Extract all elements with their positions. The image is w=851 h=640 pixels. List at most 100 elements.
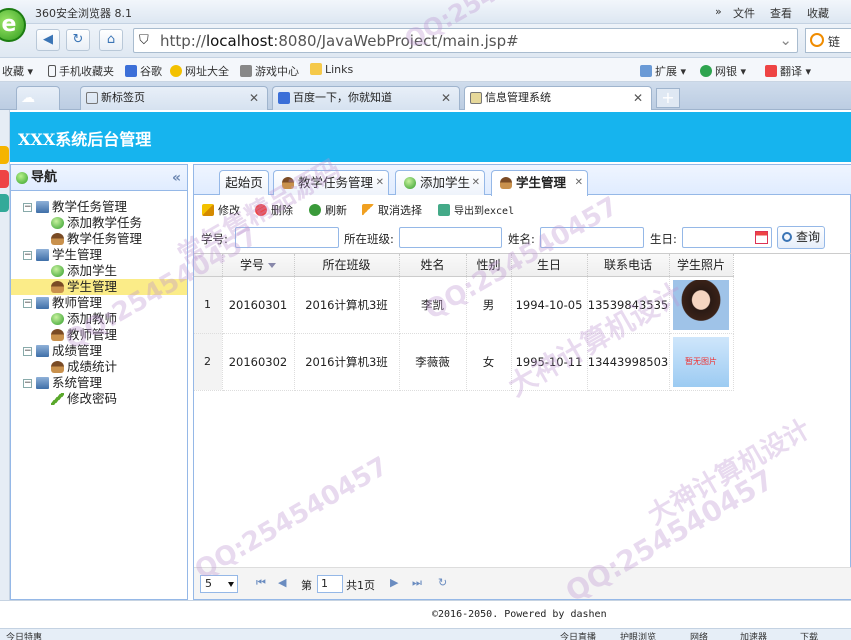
collapse-icon[interactable]: « xyxy=(172,165,181,191)
nav-group[interactable]: − 学生管理 xyxy=(11,247,187,263)
sidebar-item[interactable]: 教师管理 xyxy=(11,327,187,343)
search-box[interactable]: 链 xyxy=(805,28,851,53)
nav-group[interactable]: − 教学任务管理 xyxy=(11,199,187,215)
cancel-selection-button[interactable]: 取消选择 xyxy=(362,202,422,218)
column-header[interactable]: 所在班级 xyxy=(294,254,400,277)
sidebar-item[interactable]: 添加教学任务 xyxy=(11,215,187,231)
app-icon xyxy=(470,92,482,104)
sidebar-item[interactable]: 成绩统计 xyxy=(11,359,187,375)
bookmark-google[interactable]: 谷歌 xyxy=(125,63,162,79)
bookmark-translate[interactable]: 翻译 ▾ xyxy=(765,63,811,79)
refresh-icon[interactable]: ↻ xyxy=(438,576,447,589)
last-page-icon[interactable]: ⏭ xyxy=(412,576,422,590)
close-icon[interactable]: ✕ xyxy=(472,171,480,195)
sidebar-item-label: 教师管理 xyxy=(67,327,118,342)
menu-favorites[interactable]: 收藏 xyxy=(807,5,829,21)
id-input[interactable] xyxy=(235,227,339,248)
home-icon[interactable]: ⌂ xyxy=(99,29,123,51)
delete-button[interactable]: 删除 xyxy=(255,202,293,218)
url-field[interactable]: ⛉ http://localhost:8080/JavaWebProject/m… xyxy=(133,28,798,53)
bookmark-games[interactable]: 游戏中心 xyxy=(240,63,299,79)
reload-icon[interactable]: ↻ xyxy=(66,29,90,51)
tab-student-management[interactable]: 学生管理 ✕ xyxy=(491,170,588,196)
name-input[interactable] xyxy=(540,227,644,248)
sidebar-item[interactable]: 学生管理 xyxy=(11,279,187,295)
sidebar-item[interactable]: 修改密码 xyxy=(11,391,187,407)
column-header[interactable]: 性别 xyxy=(466,254,512,277)
strip-icon[interactable] xyxy=(0,146,9,164)
page-size-select[interactable]: 5 xyxy=(200,575,238,593)
status-accelerator[interactable]: 加速器 xyxy=(740,630,767,640)
close-icon[interactable]: ✕ xyxy=(575,171,583,195)
bookmark-links[interactable]: Links xyxy=(310,63,353,76)
query-button[interactable]: 查询 xyxy=(777,226,825,249)
prev-page-icon[interactable]: ◀ xyxy=(278,576,286,589)
tab-add-student[interactable]: 添加学生 ✕ xyxy=(395,170,485,195)
student-grid: 学号 所在班级 姓名 性别 生日 联系电话 学生照片 1 20160301 20… xyxy=(194,253,851,558)
bookmark-sites[interactable]: 网址大全 xyxy=(170,63,229,79)
collapse-icon[interactable]: − xyxy=(23,299,32,308)
menu-view[interactable]: 查看 xyxy=(770,5,792,21)
nav-group[interactable]: − 系统管理 xyxy=(11,375,187,391)
browser-titlebar: 360安全浏览器 8.1 » 文件 查看 收藏 xyxy=(0,0,851,24)
sidebar-item[interactable]: 添加教师 xyxy=(11,311,187,327)
cell-class: 2016计算机3班 xyxy=(294,276,400,334)
strip-icon[interactable] xyxy=(0,170,9,188)
nav-group[interactable]: − 教师管理 xyxy=(11,295,187,311)
sites-icon xyxy=(170,65,182,77)
status-live[interactable]: 今日直播 xyxy=(560,630,596,640)
collapse-icon[interactable]: − xyxy=(23,251,32,260)
collapse-icon[interactable]: − xyxy=(23,379,32,388)
status-download[interactable]: 下载 xyxy=(800,630,818,640)
edit-button[interactable]: 修改 xyxy=(202,202,240,218)
table-row[interactable]: 1 20160301 2016计算机3班 李凯 男 1994-10-05 135… xyxy=(194,276,734,334)
column-header[interactable]: 姓名 xyxy=(399,254,467,277)
user-icon xyxy=(282,177,294,189)
bookmark-mobile[interactable]: 手机收藏夹 xyxy=(48,63,114,79)
close-icon[interactable]: ✕ xyxy=(376,171,384,195)
sidebar-item[interactable]: 教学任务管理 xyxy=(11,231,187,247)
column-header[interactable]: 生日 xyxy=(511,254,588,277)
calendar-icon[interactable] xyxy=(755,231,768,244)
tab-teaching-task[interactable]: 教学任务管理 ✕ xyxy=(273,170,389,195)
export-excel-button[interactable]: 导出到excel xyxy=(438,202,514,217)
status-network[interactable]: 网络 xyxy=(690,630,708,640)
browser-tab-app[interactable]: 信息管理系统 ✕ xyxy=(464,86,652,110)
browser-tab-newtab[interactable]: 新标签页 ✕ xyxy=(80,86,268,110)
browser-title: 360安全浏览器 8.1 xyxy=(35,7,132,20)
cloud-tab[interactable]: ☁ xyxy=(16,86,60,110)
bookmark-favorites[interactable]: 收藏 ▾ xyxy=(2,63,33,79)
page-input[interactable]: 1 xyxy=(317,575,343,593)
table-row[interactable]: 2 20160302 2016计算机3班 李薇薇 女 1995-10-11 13… xyxy=(194,333,734,391)
user-icon xyxy=(51,281,64,293)
row-number: 1 xyxy=(194,276,223,334)
next-page-icon[interactable]: ▶ xyxy=(390,576,398,589)
column-header[interactable]: 学生照片 xyxy=(669,254,734,277)
strip-icon[interactable] xyxy=(0,194,9,212)
refresh-button[interactable]: 刷新 xyxy=(309,202,347,218)
bookmark-bank[interactable]: 网银 ▾ xyxy=(700,63,746,79)
back-icon[interactable]: ◀ xyxy=(36,29,60,51)
chevron-right-icon[interactable]: » xyxy=(715,5,722,18)
menu-file[interactable]: 文件 xyxy=(733,5,755,21)
sidebar-item-label: 添加教学任务 xyxy=(67,215,143,230)
collapse-icon[interactable]: − xyxy=(23,347,32,356)
bookmark-extensions[interactable]: 扩展 ▾ xyxy=(640,63,686,79)
dropdown-icon[interactable]: ⌄ xyxy=(779,31,792,49)
browser-tab-baidu[interactable]: 百度一下，你就知道 ✕ xyxy=(272,86,460,110)
column-header[interactable]: 学号 xyxy=(222,254,295,277)
nav-group[interactable]: − 成绩管理 xyxy=(11,343,187,359)
sidebar-item[interactable]: 添加学生 xyxy=(11,263,187,279)
sidebar-item-label: 添加学生 xyxy=(67,263,118,278)
rownum-header xyxy=(194,254,223,277)
status-eyecare[interactable]: 护眼浏览 xyxy=(620,630,656,640)
status-deals[interactable]: 今日特惠 xyxy=(6,630,42,640)
class-input[interactable] xyxy=(399,227,502,248)
collapse-icon[interactable]: − xyxy=(23,203,32,212)
extensions-icon xyxy=(640,65,652,77)
first-page-icon[interactable]: ⏮ xyxy=(256,576,266,590)
column-header[interactable]: 联系电话 xyxy=(587,254,670,277)
tab-home[interactable]: 起始页 xyxy=(219,170,269,195)
new-tab-button[interactable]: + xyxy=(656,88,680,108)
birth-input[interactable] xyxy=(682,227,772,248)
